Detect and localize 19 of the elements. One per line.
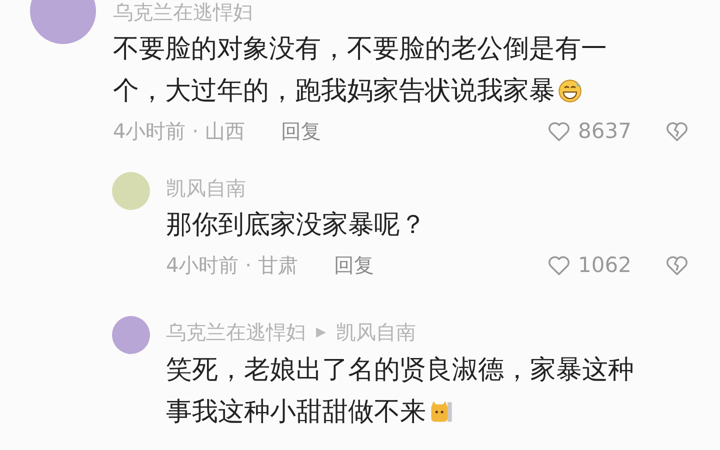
comment-text: 个，大过年的，跑我妈家告状说我家暴 — [113, 75, 555, 108]
reply-link[interactable]: 回复 — [280, 116, 321, 146]
comment-text: 笑死，老娘出了名的贤良淑德，家暴这种 — [166, 354, 634, 387]
timestamp-location: 4小时前 · 山西 — [113, 118, 245, 145]
reply-link[interactable]: 回复 — [334, 250, 374, 280]
comment-text: 那你到底家没家暴呢？ — [166, 209, 426, 242]
avatar-photo — [112, 316, 150, 354]
avatar-photo — [112, 172, 150, 210]
username: 凯风自南 — [336, 320, 416, 344]
grinning-emoji-icon — [557, 78, 583, 104]
like-count: 8637 — [578, 118, 632, 145]
comment-text: 不要脸的对象没有，不要脸的老公倒是有一 — [113, 33, 607, 66]
reply-arrow: ▶ — [316, 325, 326, 340]
like-count: 1062 — [578, 252, 632, 279]
username: 凯风自南 — [166, 176, 246, 200]
username: 乌克兰在逃悍妇 — [113, 0, 253, 24]
username: 乌克兰在逃悍妇 — [166, 320, 306, 344]
timestamp-location: 4小时前 · 甘肃 — [166, 252, 298, 279]
comment-text: 事我这种小甜甜做不来 — [166, 396, 426, 429]
